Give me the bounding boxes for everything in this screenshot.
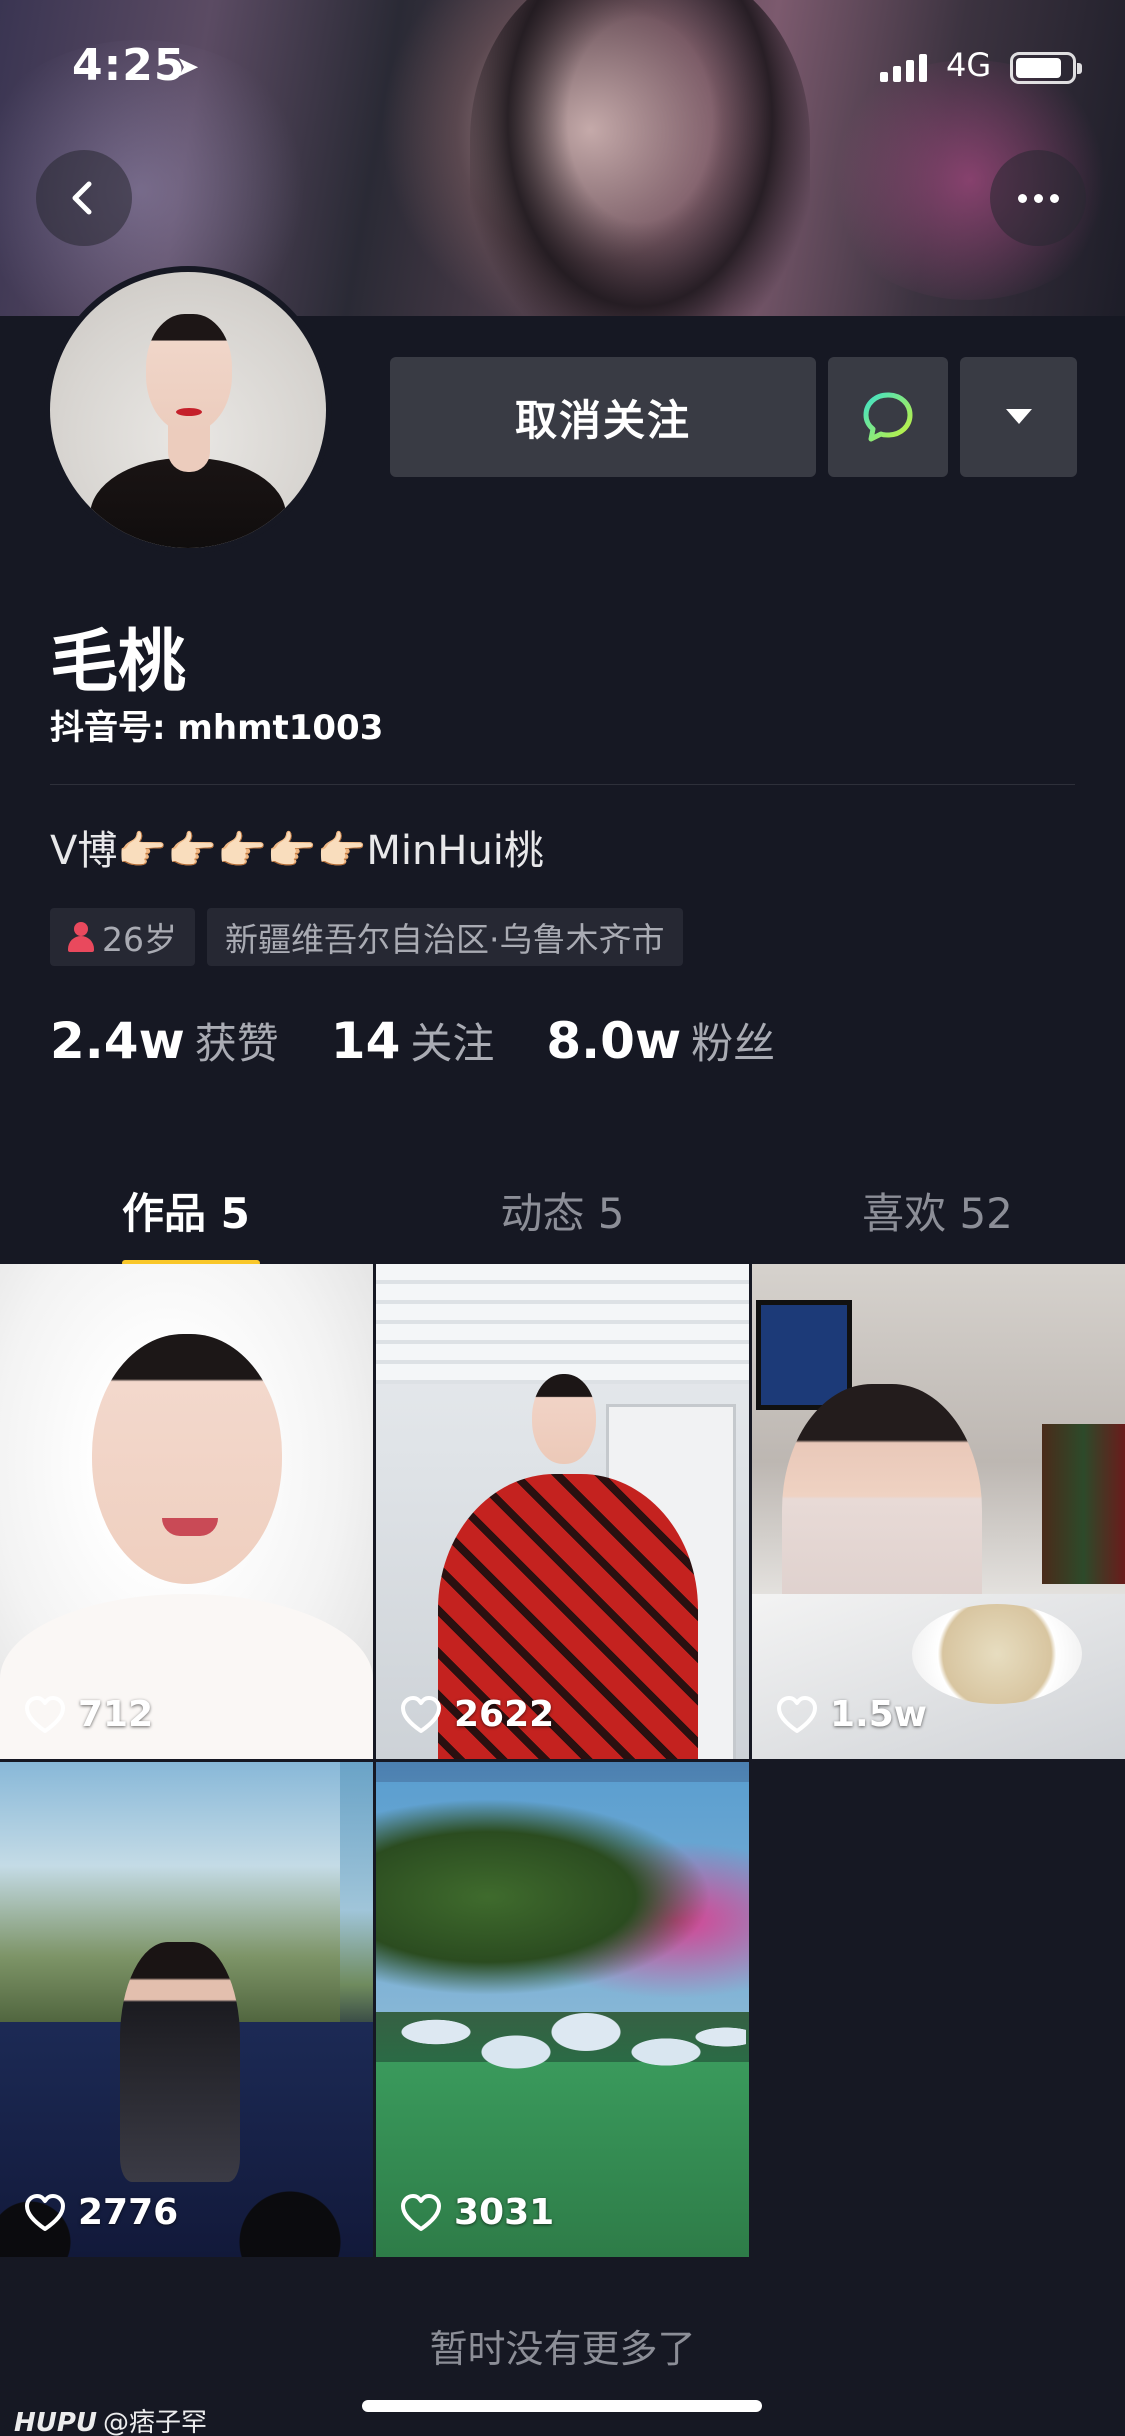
video-thumbnail[interactable]: 2776 [0,1762,373,2257]
message-bubble-icon [863,392,913,442]
content-tabs: 作品 5 动态 5 喜欢 52 [0,1160,1125,1266]
female-icon [68,922,94,952]
location-label: 新疆维吾尔自治区·乌鲁木齐市 [225,920,665,959]
video-thumbnail[interactable]: 2622 [376,1264,749,1759]
stat-following-label: 关注 [410,1019,495,1068]
signal-icon [880,52,927,82]
more-actions-dropdown[interactable] [960,357,1077,477]
back-button[interactable] [36,150,132,246]
age-tag: 26岁 [50,908,195,966]
heart-icon [401,1695,441,1733]
stat-followers-label: 粉丝 [691,1019,776,1068]
more-horizontal-icon [1017,193,1059,203]
unfollow-button[interactable]: 取消关注 [390,357,816,477]
status-time: 4:25 [72,40,186,91]
video-likes-count: 3031 [454,2192,555,2233]
triangle-down-icon [1005,409,1032,424]
location-arrow-icon: ➤ [176,50,200,83]
tab-likes[interactable]: 喜欢 52 [750,1160,1125,1260]
stat-following[interactable]: 14 关注 [331,1010,495,1071]
douyin-id: 抖音号: mhmt1003 [50,708,384,748]
video-likes-count: 1.5w [830,1694,928,1735]
watermark-user: @痞子罕 [103,2408,208,2436]
video-thumbnail[interactable]: 3031 [376,1762,749,2257]
stat-likes[interactable]: 2.4w 获赞 [50,1010,279,1071]
watermark: HUPU @痞子罕 [14,2402,207,2436]
video-thumbnail[interactable]: 1.5w [752,1264,1125,1759]
video-thumbnail[interactable]: 712 [0,1264,373,1759]
heart-icon [777,1695,817,1733]
avatar[interactable] [44,266,332,554]
profile-tags: 26岁 新疆维吾尔自治区·乌鲁木齐市 [50,908,683,966]
profile-name: 毛桃 [50,623,187,702]
video-likes-count: 2776 [78,2192,179,2233]
tab-works[interactable]: 作品 5 [0,1160,375,1266]
video-likes-count: 712 [78,1694,154,1735]
divider [50,784,1075,785]
more-options-button[interactable] [990,150,1086,246]
heart-icon [401,2193,441,2231]
tab-posts[interactable]: 动态 5 [375,1160,750,1260]
video-likes: 2776 [24,2192,178,2233]
video-likes: 2622 [400,1694,554,1735]
network-type: 4G [946,46,992,84]
heart-icon [25,1695,65,1733]
video-likes-count: 2622 [454,1694,555,1735]
watermark-brand: HUPU [14,2408,98,2436]
location-tag: 新疆维吾尔自治区·乌鲁木齐市 [207,908,683,966]
video-likes: 712 [24,1694,153,1735]
stat-likes-label: 获赞 [194,1019,279,1068]
home-indicator[interactable] [362,2400,762,2412]
heart-icon [25,2193,65,2231]
status-bar: 4:25 ➤ 4G [0,0,1125,132]
stat-followers[interactable]: 8.0w 粉丝 [546,1010,775,1071]
message-button[interactable] [828,357,948,477]
profile-bio: V博👉🏻👉🏻👉🏻👉🏻👉🏻MinHui桃 [50,828,544,874]
stat-followers-number: 8.0w [546,1012,682,1070]
battery-icon [1010,52,1082,84]
age-label: 26岁 [102,920,177,959]
video-likes: 1.5w [776,1694,927,1735]
profile-stats: 2.4w 获赞 14 关注 8.0w 粉丝 [50,1010,827,1071]
stat-following-number: 14 [330,1012,401,1070]
chevron-left-icon [72,181,92,215]
video-likes: 3031 [400,2192,554,2233]
stat-likes-number: 2.4w [50,1012,185,1070]
no-more-content-text: 暂时没有更多了 [429,2327,696,2371]
